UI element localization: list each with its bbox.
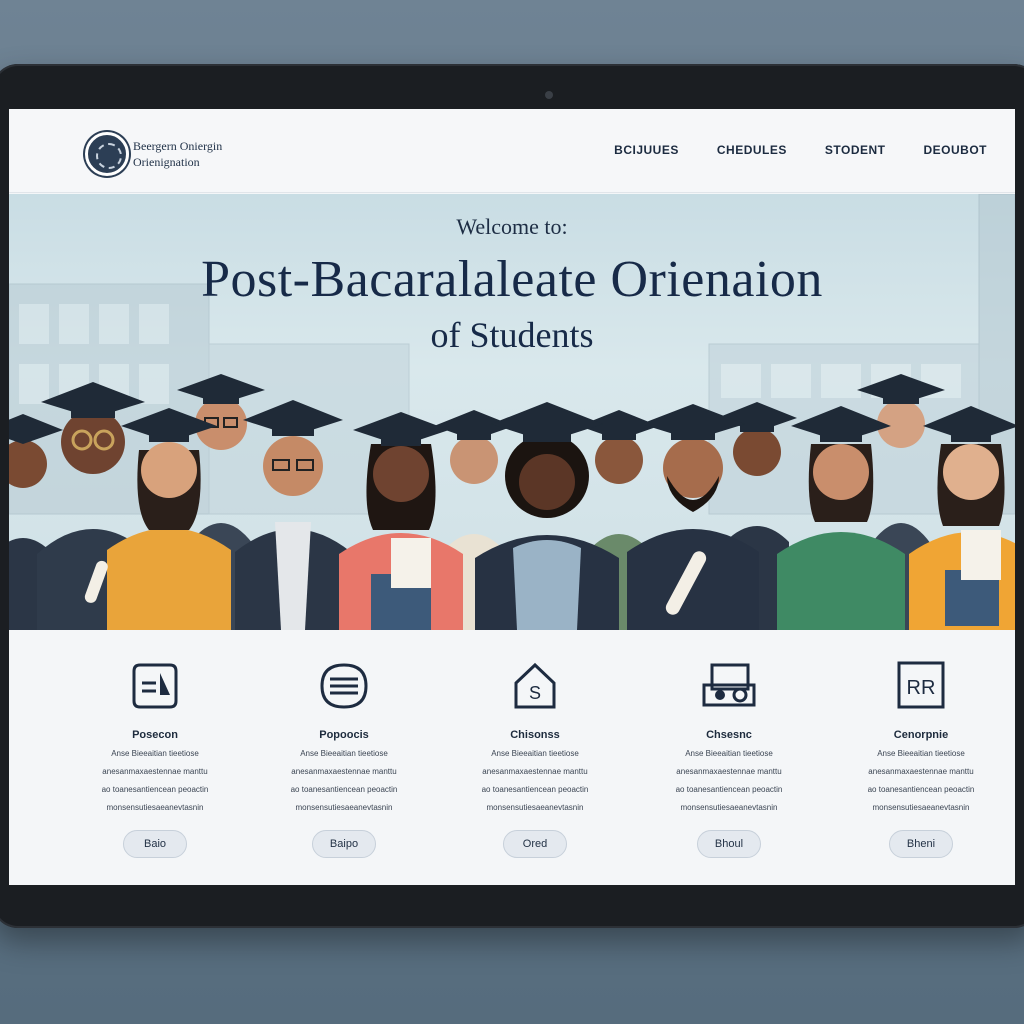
rr-badge-icon: RR <box>895 659 947 718</box>
feature-title: Cenorpnie <box>893 729 949 741</box>
feature-button[interactable]: Baio <box>123 830 187 858</box>
feature-button[interactable]: Bhoul <box>697 830 761 858</box>
feature-title: Chsesnc <box>706 729 752 741</box>
feature-description: ao toanesantiencean peoactin <box>675 785 783 794</box>
feature-description: ao toanesantiencean peoactin <box>481 785 589 794</box>
feature-description: Anse Bieeaitian tieetiose <box>300 749 388 758</box>
burger-menu-icon <box>316 659 372 718</box>
feature-description: Anse Bieeaitian tieetiose <box>111 749 199 758</box>
feature-description: ao toanesantiencean peoactin <box>101 785 209 794</box>
nav-item-student[interactable]: STODENT <box>825 143 886 157</box>
feature-description: anesanmaxaestennae manttu <box>676 767 782 776</box>
page-subtitle: of Students <box>430 315 594 355</box>
nav-item-4[interactable]: DEOUBOT <box>924 143 988 157</box>
feature-button[interactable]: Ored <box>503 830 567 858</box>
feature-description: monsensutiesaeanevtasnin <box>106 803 204 812</box>
feature-description: anesanmaxaestennae manttu <box>482 767 588 776</box>
document-icon <box>128 659 182 718</box>
feature-cards: Posecon Anse Bieeaitian tieetiose anesan… <box>9 631 1015 885</box>
feature-description: monsensutiesaeanevtasnin <box>680 803 778 812</box>
rr-badge-icon-text: RR <box>907 677 936 699</box>
main-nav: BCIJUUES CHEDULES STODENT DEOUBOT <box>614 143 987 157</box>
feature-button[interactable]: Bheni <box>889 830 953 858</box>
feature-description: Anse Bieeaitian tieetiose <box>685 749 773 758</box>
graduate-student <box>475 402 619 630</box>
house-dollar-icon: S <box>510 659 560 718</box>
feature-description: monsensutiesaeanevtasnin <box>872 803 970 812</box>
brand-line-1: Beergern Oniergin <box>133 139 223 153</box>
page-title: Post-Bacaralaleate Orienaion <box>201 251 823 308</box>
feature-description: anesanmaxaestennae manttu <box>868 767 974 776</box>
feature-description: anesanmaxaestennae manttu <box>291 767 397 776</box>
site-header: Beergern Oniergin Orienignation BCIJUUES… <box>9 109 1015 193</box>
feature-title: Posecon <box>132 729 178 741</box>
feature-description: Anse Bieeaitian tieetiose <box>877 749 965 758</box>
feature-description: ao toanesantiencean peoactin <box>867 785 975 794</box>
brand-name[interactable]: Beergern Oniergin Orienignation <box>133 138 222 170</box>
feature-description: monsensutiesaeanevtasnin <box>486 803 584 812</box>
house-dollar-icon-symbol: S <box>529 683 541 703</box>
nav-item-1[interactable]: BCIJUUES <box>614 143 679 157</box>
nav-item-schedules[interactable]: CHEDULES <box>717 143 787 157</box>
feature-description: ao toanesantiencean peoactin <box>290 785 398 794</box>
camera-dot <box>545 91 553 99</box>
feature-title: Chisonss <box>510 729 560 741</box>
web-page: Beergern Oniergin Orienignation BCIJUUES… <box>9 109 1015 885</box>
feature-title: Popoocis <box>319 729 369 741</box>
feature-description: Anse Bieeaitian tieetiose <box>491 749 579 758</box>
feature-description: monsensutiesaeanevtasnin <box>295 803 393 812</box>
feature-description: anesanmaxaestennae manttu <box>102 767 208 776</box>
hero-banner: Welcome to: Post-Bacaralaleate Orienaion… <box>9 194 1015 630</box>
devices-icon <box>700 659 758 718</box>
university-seal-icon[interactable] <box>85 132 129 176</box>
feature-button[interactable]: Baipo <box>312 830 376 858</box>
welcome-text: Welcome to: <box>456 214 568 239</box>
brand-line-2: Orienignation <box>133 155 200 169</box>
